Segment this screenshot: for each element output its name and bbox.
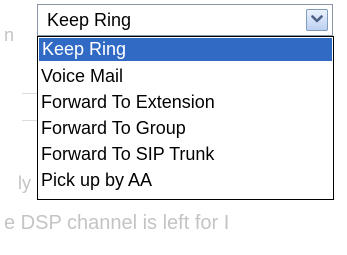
background-divider (22, 120, 38, 121)
dropdown-listbox: Keep Ring Voice Mail Forward To Extensio… (37, 36, 334, 200)
option-forward-to-extension[interactable]: Forward To Extension (38, 89, 333, 115)
option-pick-up-by-aa[interactable]: Pick up by AA (38, 167, 333, 193)
background-text-fragment: n (4, 25, 15, 45)
option-keep-ring[interactable]: Keep Ring (39, 38, 332, 61)
action-select[interactable]: Keep Ring (37, 4, 333, 36)
dropdown-arrow-button[interactable] (306, 9, 328, 31)
select-current-value: Keep Ring (47, 10, 132, 30)
background-divider (22, 93, 38, 94)
background-text-fragment: ly (18, 173, 31, 193)
background-text-fragment: e DSP channel is left for I (4, 212, 230, 234)
chevron-down-icon (311, 11, 323, 29)
option-forward-to-sip-trunk[interactable]: Forward To SIP Trunk (38, 141, 333, 167)
option-forward-to-group[interactable]: Forward To Group (38, 115, 333, 141)
option-voice-mail[interactable]: Voice Mail (38, 63, 333, 89)
